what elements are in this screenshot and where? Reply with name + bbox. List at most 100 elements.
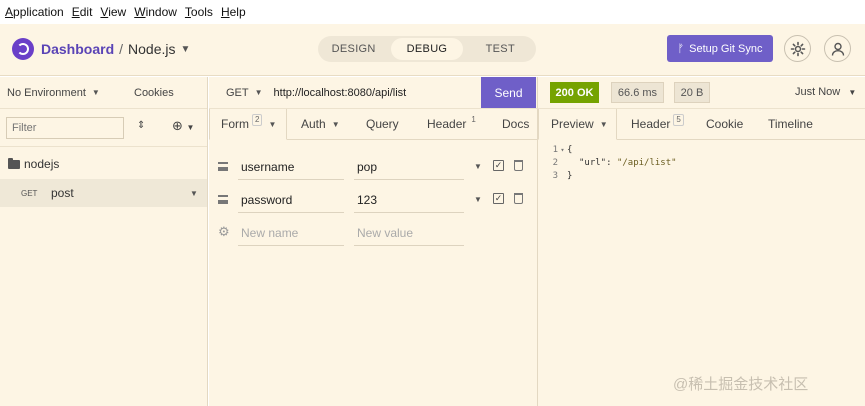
drag-handle-icon[interactable]	[218, 195, 228, 204]
tab-label: Timeline	[768, 117, 813, 131]
breadcrumb-dashboard[interactable]: Dashboard	[41, 41, 114, 57]
gear-icon	[790, 41, 805, 56]
tab-cookie[interactable]: Cookie	[692, 109, 760, 140]
tab-header[interactable]: Header 1	[410, 109, 485, 140]
tab-timeline[interactable]: Timeline	[760, 109, 865, 140]
chevron-down-icon: ▼	[599, 119, 608, 129]
tab-docs[interactable]: Docs	[485, 109, 537, 140]
menu-bar: Application Edit View Window Tools Help	[0, 0, 865, 24]
tab-label: Form	[221, 117, 249, 131]
tab-label: Preview	[551, 117, 594, 131]
tab-auth[interactable]: Auth ▼	[287, 109, 354, 140]
chevron-down-icon[interactable]: ▼	[190, 189, 198, 198]
sidebar-request-item[interactable]: GET post ▼	[0, 179, 207, 207]
folder-name: nodejs	[24, 157, 60, 171]
checkbox-checked-icon[interactable]: ✓	[493, 160, 504, 171]
code-line: 2 "url": "/api/list"	[538, 157, 677, 170]
menu-tools[interactable]: Tools	[185, 5, 213, 19]
folder-icon	[8, 157, 20, 169]
environment-selector[interactable]: No Environment	[7, 87, 86, 99]
form-param-row: username pop ▼ ✓	[209, 151, 537, 184]
drag-handle-icon[interactable]	[218, 162, 228, 171]
breadcrumb-project[interactable]: Node.js	[128, 41, 175, 57]
line-number: 1	[552, 145, 558, 155]
request-tabs: Form 2 ▼ Auth ▼ Query Header 1 Docs	[209, 109, 537, 140]
fold-toggle-icon[interactable]: ▾	[558, 144, 567, 157]
request-method-badge: GET	[21, 188, 38, 198]
code-text: "url": "/api/list"	[567, 157, 677, 170]
environment-row: No Environment ▼ Cookies	[0, 77, 207, 109]
tab-preview[interactable]: Preview ▼	[538, 109, 617, 140]
tab-test[interactable]: TEST	[465, 38, 536, 60]
tab-response-header[interactable]: Header 5	[617, 109, 692, 140]
tab-label: Header	[427, 117, 467, 131]
count-badge: 2	[252, 114, 263, 126]
form-param-new-row: ⚙ New name New value	[209, 217, 537, 250]
chevron-down-icon[interactable]: ▼	[474, 195, 482, 204]
code-text: {	[567, 145, 573, 155]
count-badge: 1	[471, 115, 476, 124]
form-params: username pop ▼ ✓ password 123 ▼ ✓ ⚙ New …	[209, 140, 537, 406]
user-icon	[831, 42, 844, 56]
watermark: @稀土掘金技术社区	[673, 376, 809, 393]
git-sync-label: Setup Git Sync	[689, 42, 763, 55]
tab-label: Query	[366, 117, 399, 131]
param-name-input[interactable]: password	[238, 188, 344, 213]
filter-input[interactable]	[6, 117, 124, 139]
chevron-down-icon[interactable]: ▼	[474, 162, 482, 171]
tab-debug[interactable]: DEBUG	[391, 38, 463, 60]
breadcrumb: Dashboard / Node.js ▼	[41, 41, 190, 57]
new-name-input[interactable]: New name	[238, 221, 344, 246]
menu-view[interactable]: View	[100, 5, 126, 19]
param-value-input[interactable]: 123	[354, 188, 464, 213]
tab-label: Auth	[301, 117, 326, 131]
menu-application[interactable]: Application	[5, 5, 64, 19]
param-value-input[interactable]: pop	[354, 155, 464, 180]
sidebar-folder[interactable]: nodejs	[0, 149, 207, 179]
json-value: "/api/list"	[616, 158, 677, 168]
chevron-down-icon: ▼	[268, 119, 277, 129]
method-selector[interactable]: GET	[226, 87, 249, 99]
tab-form[interactable]: Form 2 ▼	[209, 109, 287, 140]
new-value-input[interactable]: New value	[354, 221, 464, 246]
app-header: Dashboard / Node.js ▼ DESIGN DEBUG TEST …	[0, 24, 865, 76]
tab-label: Cookie	[706, 117, 744, 131]
checkbox-checked-icon[interactable]: ✓	[493, 193, 504, 204]
param-name-input[interactable]: username	[238, 155, 344, 180]
response-tabs: Preview ▼ Header 5 Cookie Timeline	[537, 109, 865, 140]
send-button[interactable]: Send	[481, 77, 536, 108]
json-colon: :	[606, 158, 617, 168]
json-key: "url"	[579, 158, 607, 168]
response-preview[interactable]: 1 ▾ { 2 "url": "/api/list" 3 }	[537, 140, 865, 406]
trash-icon[interactable]	[514, 193, 523, 204]
line-number: 2	[552, 158, 558, 168]
menu-window[interactable]: Window	[134, 5, 177, 19]
trash-icon[interactable]	[514, 160, 523, 171]
history-dropdown[interactable]: Just Now ▼	[795, 86, 856, 98]
filter-row: ⇕ ⊕ ▼	[0, 109, 207, 147]
tab-label: Docs	[502, 117, 530, 131]
cookies-button[interactable]: Cookies	[134, 87, 174, 99]
insomnia-logo-icon	[12, 38, 34, 60]
add-icon[interactable]: ⊕ ▼	[172, 118, 194, 134]
sidebar: No Environment ▼ Cookies ⇕ ⊕ ▼ nodejs GE…	[0, 77, 208, 406]
chevron-down-icon[interactable]: ▼	[92, 88, 100, 97]
gear-icon: ⚙	[218, 224, 230, 239]
tab-query[interactable]: Query	[354, 109, 410, 140]
url-input[interactable]: http://localhost:8080/api/list	[274, 87, 407, 99]
tab-label: Header	[631, 117, 671, 131]
code-line: 1 ▾ {	[538, 144, 573, 157]
account-button[interactable]	[824, 35, 851, 62]
code-line: 3 }	[538, 170, 573, 183]
response-size-badge: 20 B	[674, 82, 710, 103]
chevron-down-icon[interactable]: ▼	[180, 44, 190, 55]
git-branch-icon: ᚠ	[677, 42, 685, 55]
menu-help[interactable]: Help	[221, 5, 246, 19]
setup-git-sync-button[interactable]: ᚠ Setup Git Sync	[667, 35, 773, 62]
sort-icon[interactable]: ⇕	[137, 120, 145, 131]
tab-design[interactable]: DESIGN	[318, 38, 389, 60]
response-time-badge: 66.6 ms	[611, 82, 664, 103]
settings-button[interactable]	[784, 35, 811, 62]
chevron-down-icon[interactable]: ▼	[255, 88, 263, 97]
menu-edit[interactable]: Edit	[72, 5, 93, 19]
